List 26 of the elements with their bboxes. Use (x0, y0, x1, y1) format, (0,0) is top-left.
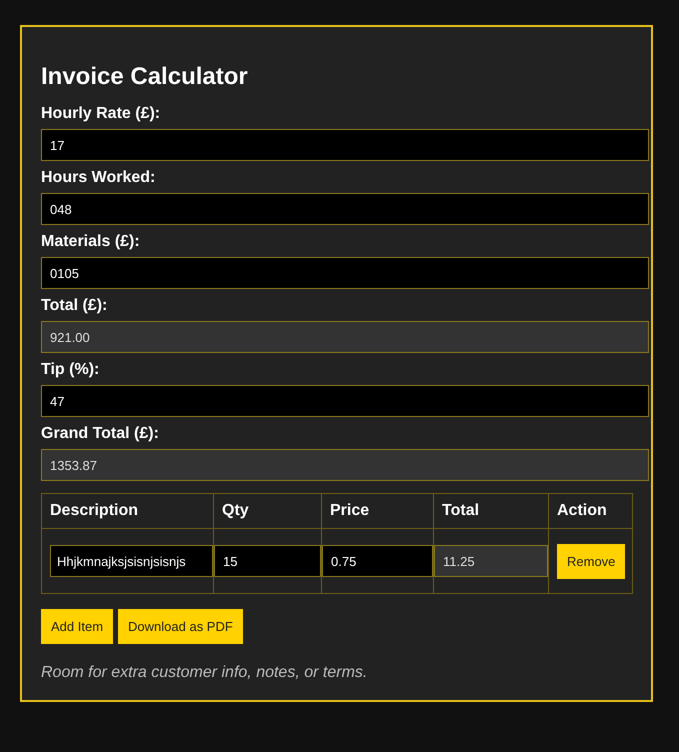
column-header: Total (434, 494, 548, 528)
input-field[interactable]: 048 (41, 193, 649, 225)
column-header: Qty (214, 494, 322, 528)
remove-button[interactable]: Remove (557, 544, 626, 578)
input-field[interactable]: 0.75 (322, 545, 433, 577)
input-field[interactable]: 921.00 (41, 321, 649, 353)
action-button[interactable]: Add Item (41, 609, 114, 644)
note-text: Room for extra customer info, notes, or terms. (41, 664, 368, 682)
field-label: Materials (£): (41, 233, 141, 251)
field-label: Tip (%): (41, 361, 100, 379)
page-title: Invoice Calculator (41, 63, 249, 91)
field-label: Hours Worked: (41, 169, 156, 187)
field-label: Hourly Rate (£): (41, 105, 162, 123)
action-button[interactable]: Download as PDF (118, 609, 243, 644)
input-field[interactable]: 47 (41, 385, 649, 417)
column-header: Price (322, 494, 434, 528)
column-header: Description (42, 494, 214, 528)
field-label: Grand Total (£): (41, 425, 160, 443)
input-field[interactable]: 11.25 (434, 545, 548, 577)
input-field[interactable]: Hhjkmnajksjsisnjsisnjs (50, 545, 213, 577)
input-field[interactable]: 15 (214, 545, 321, 577)
input-field[interactable]: 1353.87 (41, 449, 649, 481)
input-field[interactable]: 17 (41, 129, 649, 161)
input-field[interactable]: 0105 (41, 257, 649, 289)
field-label: Total (£): (41, 297, 108, 315)
column-header: Action (548, 494, 632, 528)
